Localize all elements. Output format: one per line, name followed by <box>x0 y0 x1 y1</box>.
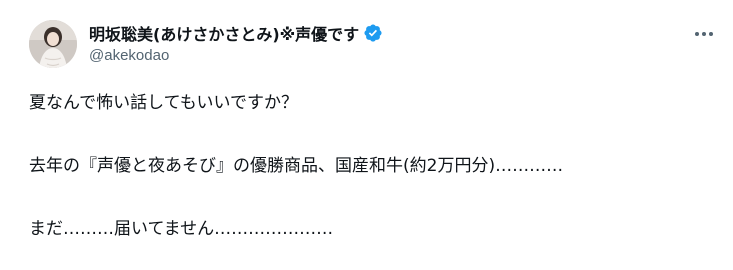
display-name[interactable]: 明坂聡美(あけさかさとみ)※声優です <box>89 21 359 45</box>
more-horizontal-icon <box>695 32 713 36</box>
tweet-line: 夏なんで怖い話してもいいですか？ <box>29 93 298 113</box>
tweet-line: まだ………届いてません………………… <box>29 219 334 239</box>
more-options-button[interactable] <box>687 22 721 46</box>
name-row: 明坂聡美(あけさかさとみ)※声優です <box>89 22 383 44</box>
tweet-line: 去年の『声優と夜あそび』の優勝商品、国産和牛(約2万円分)………… <box>29 156 564 176</box>
avatar-image <box>29 20 77 68</box>
verified-badge-icon[interactable] <box>363 23 383 43</box>
author-info: 明坂聡美(あけさかさとみ)※声優です @akekodao <box>89 22 383 64</box>
tweet: 明坂聡美(あけさかさとみ)※声優です @akekodao 夏なんで怖い話してもい… <box>0 0 733 270</box>
avatar[interactable] <box>29 20 77 68</box>
tweet-text: 夏なんで怖い話してもいいですか？ 去年の『声優と夜あそび』の優勝商品、国産和牛(… <box>29 92 719 240</box>
user-handle[interactable]: @akekodao <box>89 47 383 64</box>
